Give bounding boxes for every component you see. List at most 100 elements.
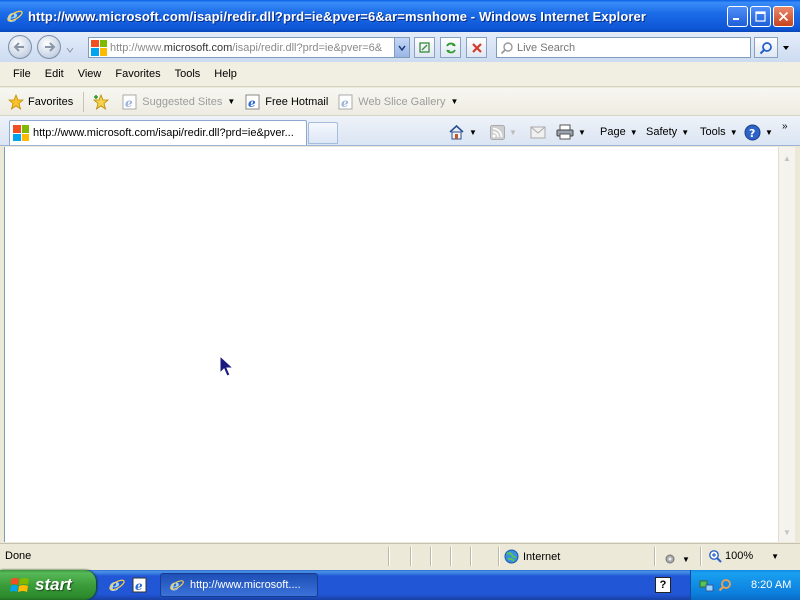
protected-mode-button[interactable]: ▼ [662,549,690,569]
security-zone[interactable]: Internet [504,549,560,564]
search-icon[interactable] [718,578,733,593]
toolbar-separator [83,91,85,112]
tab-command-bar: http://www.microsoft.com/isapi/redir.dll… [0,116,800,146]
tab-title: http://www.microsoft.com/isapi/redir.dll… [33,127,294,139]
address-dropdown-button[interactable] [394,38,409,57]
svg-text:e: e [135,579,143,593]
home-button[interactable]: ▼ [448,122,477,142]
chevron-down-icon[interactable]: ▼ [469,128,477,137]
add-to-favorites-bar-button[interactable] [92,93,114,110]
tray-help-icon[interactable]: ? [655,577,671,593]
chevron-down-icon[interactable]: ▼ [509,128,517,137]
menu-view[interactable]: View [72,65,108,83]
search-box[interactable] [496,37,751,58]
status-text: Done [5,550,32,562]
windows-flag-icon [10,577,29,592]
taskbar-item-ie[interactable]: e http://www.microsoft.... [160,573,318,597]
stop-button[interactable] [466,37,487,58]
svg-text:e: e [7,7,18,25]
chevron-down-icon: ▼ [765,127,773,137]
ie-page-icon: e [245,94,261,110]
svg-text:e: e [248,96,256,110]
web-slice-gallery-link[interactable]: e Web Slice Gallery ▼ [338,94,458,110]
back-button[interactable] [8,35,32,59]
stop-icon [471,42,482,53]
page-menu-button[interactable]: Page ▼ [600,122,638,142]
compatibility-view-button[interactable] [414,37,435,58]
vertical-scrollbar[interactable]: ▲ ▼ [778,147,795,542]
ie-page-icon: e [122,94,138,110]
chevron-down-icon [66,47,74,53]
chevron-down-icon [398,45,406,51]
print-button[interactable]: ▼ [556,122,586,142]
menu-tools[interactable]: Tools [169,65,207,83]
menu-file[interactable]: File [7,65,37,83]
microsoft-logo-icon [13,125,29,141]
status-separator [470,547,471,566]
back-arrow-icon [13,42,24,52]
status-separator [410,547,411,566]
svg-text:?: ? [749,127,755,140]
menu-favorites[interactable]: Favorites [109,65,166,83]
window-frame [795,147,800,542]
chevron-down-icon: ▼ [681,127,690,137]
address-url[interactable]: http://www.microsoft.com/isapi/redir.dll… [110,42,394,54]
suggested-sites-link[interactable]: e Suggested Sites ▼ [122,94,235,110]
status-separator [700,547,701,566]
forward-button[interactable] [37,35,61,59]
svg-text:e: e [109,576,120,594]
home-icon [449,124,464,140]
start-button[interactable]: start [0,570,96,600]
rss-feed-icon [490,124,505,140]
status-separator [498,547,499,566]
printer-icon [556,124,574,140]
safety-menu-button[interactable]: Safety ▼ [646,122,689,142]
favorites-button[interactable]: Favorites [8,93,73,110]
scroll-down-arrow[interactable]: ▼ [779,524,795,540]
arrow-cursor-icon [219,354,235,377]
quick-launch-ie[interactable]: e [108,576,126,594]
chevron-down-icon[interactable]: ▼ [450,97,458,106]
star-icon [8,93,24,110]
new-tab-button[interactable] [308,122,338,144]
help-menu-button[interactable]: ? ▼ [744,122,773,142]
chevron-down-icon[interactable]: ▼ [227,97,235,106]
compatibility-icon [419,42,430,53]
chevron-down-icon[interactable]: ▼ [578,128,586,137]
chevron-down-icon: ▼ [682,554,690,564]
tab-current[interactable]: http://www.microsoft.com/isapi/redir.dll… [9,120,307,145]
search-options-dropdown[interactable] [780,37,792,58]
address-bar[interactable]: http://www.microsoft.com/isapi/redir.dll… [88,37,410,58]
ie-page-icon: e [338,94,354,110]
close-button[interactable] [773,6,794,27]
network-icon[interactable] [699,578,714,593]
scroll-up-arrow[interactable]: ▲ [779,150,795,166]
system-tray: 8:20 AM [690,570,800,600]
page-content[interactable] [4,147,778,542]
mail-icon [530,126,546,138]
quick-launch-ie-page[interactable]: e [131,576,149,594]
menu-help[interactable]: Help [208,65,243,83]
refresh-button[interactable] [440,37,461,58]
minimize-button[interactable] [727,6,748,27]
forward-arrow-icon [45,42,56,52]
add-favorite-star-icon [92,93,110,110]
tools-menu-button[interactable]: Tools ▼ [700,122,738,142]
recent-pages-dropdown[interactable] [66,44,74,56]
search-button[interactable] [754,37,778,58]
read-mail-button[interactable] [530,122,546,142]
free-hotmail-link[interactable]: e Free Hotmail [245,94,328,110]
search-icon [500,41,513,54]
status-separator [430,547,431,566]
menu-edit[interactable]: Edit [39,65,70,83]
feeds-button[interactable]: ▼ [490,122,517,142]
more-commands-chevron[interactable]: » [782,116,788,136]
zoom-level-button[interactable]: 100% ▼ [708,549,779,563]
ie-icon: e [169,577,185,593]
svg-text:e: e [170,577,180,593]
search-input[interactable] [517,41,750,54]
microsoft-logo-icon [91,39,107,56]
status-separator [450,547,451,566]
svg-text:e: e [341,96,349,110]
maximize-button[interactable] [750,6,771,27]
